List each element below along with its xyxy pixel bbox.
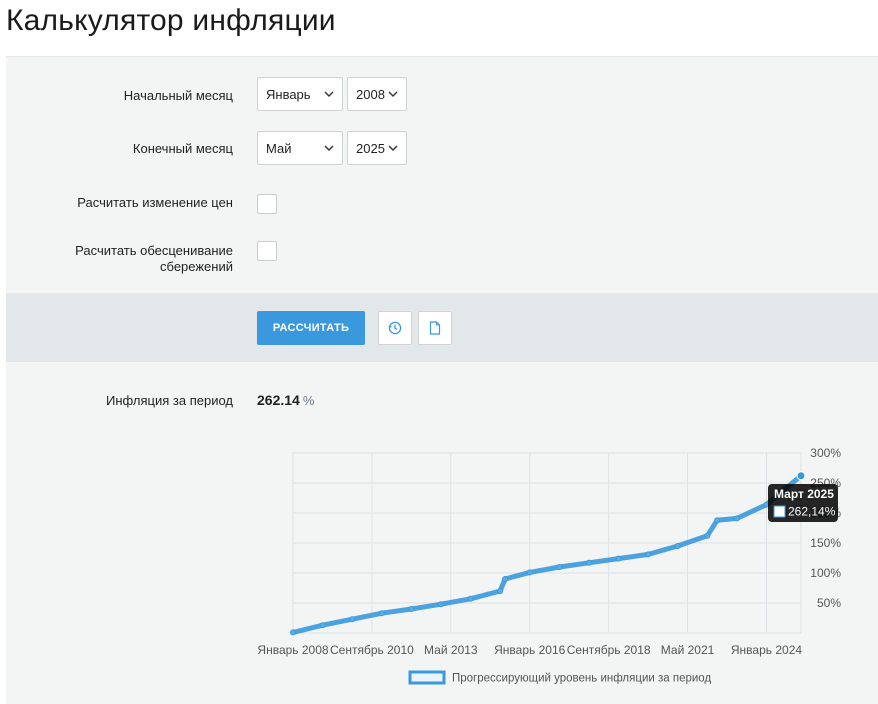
data-point [615, 555, 622, 562]
tooltip-swatch [773, 505, 786, 518]
x-tick-label: Май 2021 [661, 643, 715, 657]
chart-grid [292, 452, 802, 634]
x-tick-label: Январь 2016 [494, 643, 565, 657]
x-axis-ticks: Январь 2008 Сентябрь 2010 Май 2013 Январь 2… [257, 643, 802, 657]
x-tick-label: Сентябрь 2018 [567, 643, 651, 657]
data-point [674, 543, 681, 549]
legend-label: Прогрессирующий уровень инфляции за пери… [452, 673, 711, 685]
tooltip-title: Март 2025 [774, 487, 834, 501]
inflation-series-points [290, 471, 806, 636]
data-point [714, 517, 721, 524]
data-point [437, 601, 444, 608]
data-point [502, 576, 509, 582]
highlighted-point [796, 471, 806, 481]
y-tick-label: 50% [817, 596, 841, 610]
data-point [704, 532, 711, 539]
y-tick-label: 300% [810, 446, 841, 460]
data-point [349, 616, 356, 623]
data-point [526, 569, 533, 576]
data-point [467, 595, 474, 602]
data-point [497, 588, 504, 594]
data-point [319, 622, 326, 629]
y-tick-label: 150% [810, 536, 841, 550]
chart-legend: Прогрессирующий уровень инфляции за пери… [408, 670, 711, 685]
inflation-series-line [290, 473, 804, 635]
tooltip-value: 262,14% [788, 505, 836, 519]
x-tick-label: Январь 2024 [731, 643, 802, 657]
data-point [585, 559, 592, 566]
y-tick-label: 100% [810, 566, 841, 580]
data-point [408, 606, 415, 612]
data-point [645, 551, 652, 558]
legend-swatch [408, 670, 446, 685]
y-axis-ticks: 300%250%200%150%100%50% [810, 446, 841, 610]
chart-tooltip: Март 2025 262,14% [768, 484, 838, 522]
data-point [290, 629, 296, 636]
x-tick-label: Май 2013 [424, 643, 478, 657]
x-tick-label: Январь 2008 [257, 643, 328, 657]
data-point [378, 610, 385, 617]
x-tick-label: Сентябрь 2010 [330, 643, 414, 657]
inflation-chart: Январь 2008 Сентябрь 2010 Май 2013 Январь 2… [257, 446, 841, 685]
data-point [556, 564, 563, 570]
data-point [733, 515, 740, 522]
